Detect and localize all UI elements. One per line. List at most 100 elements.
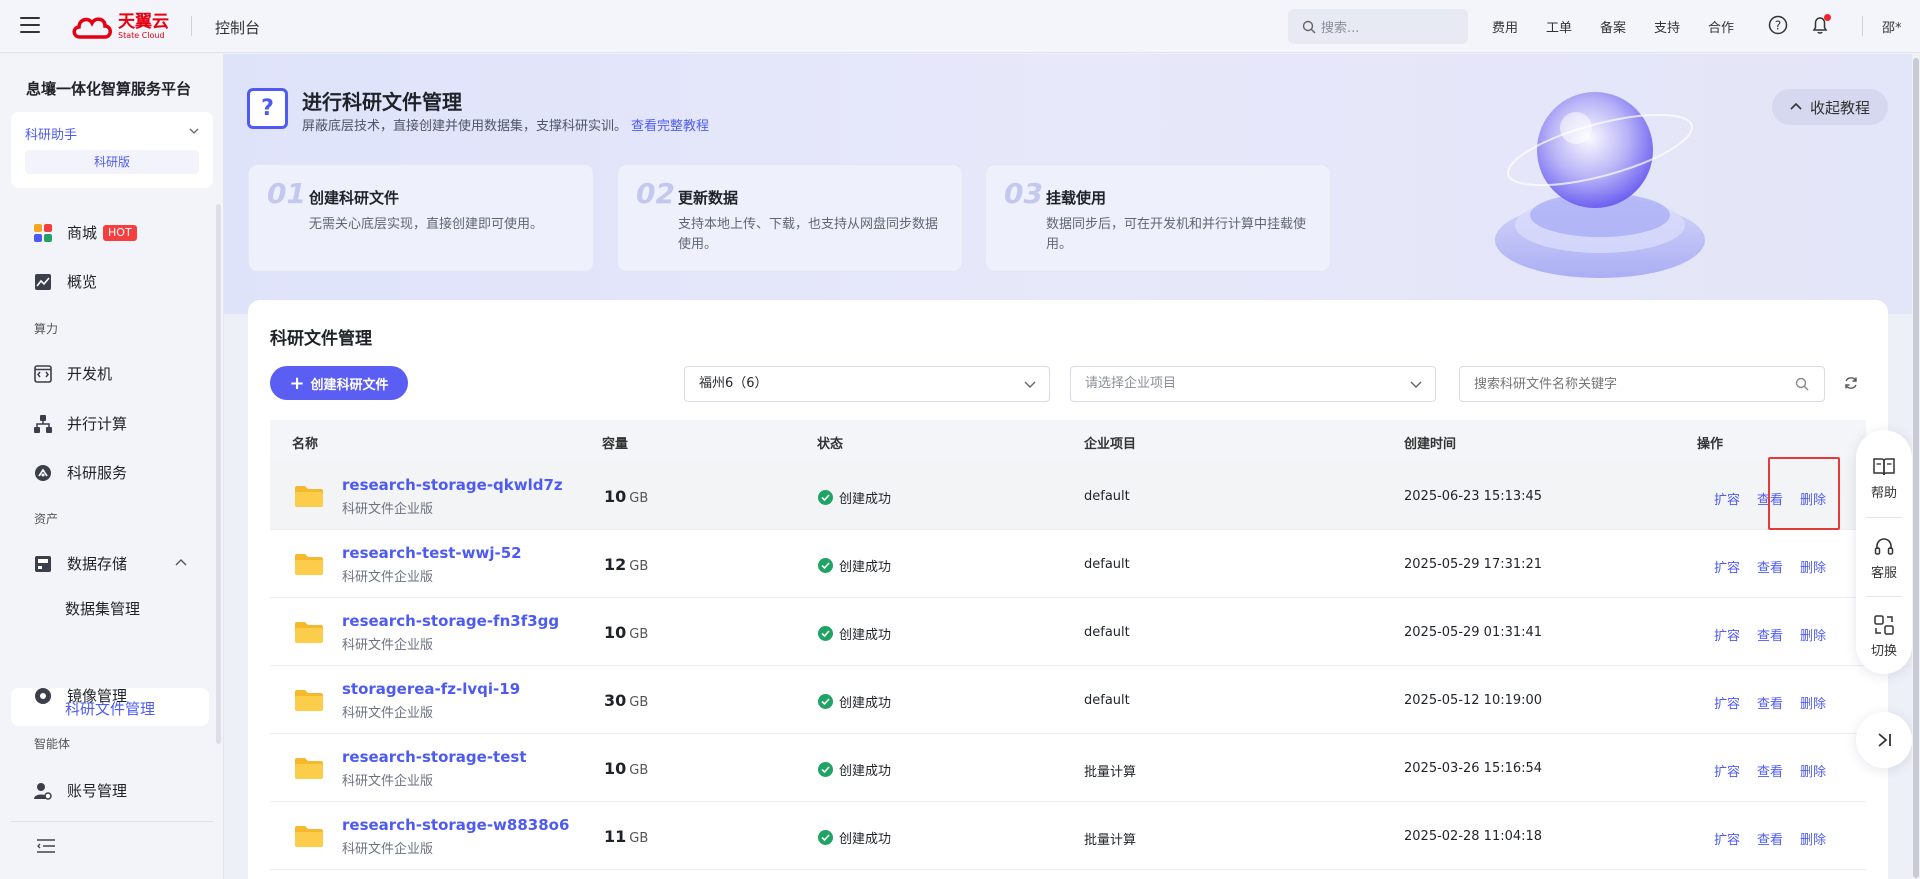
link-partner[interactable]: 合作 bbox=[1708, 17, 1734, 36]
step-number: 02 bbox=[636, 177, 675, 210]
sidebar-item-account-mgmt[interactable]: 账号管理 bbox=[33, 780, 127, 801]
capacity-unit: GB bbox=[629, 559, 649, 574]
help-button[interactable]: 帮助 bbox=[1856, 456, 1912, 501]
sidebar-item-dataset-mgmt[interactable]: 数据集管理 bbox=[65, 598, 140, 619]
tutorial-link[interactable]: 查看完整教程 bbox=[631, 119, 709, 134]
view-button[interactable]: 查看 bbox=[1757, 761, 1783, 780]
step-desc: 无需关心底层实现，直接创建即可使用。 bbox=[309, 217, 544, 232]
search-icon[interactable] bbox=[1795, 377, 1809, 391]
link-ticket[interactable]: 工单 bbox=[1546, 17, 1572, 36]
sidebar-item-label: 数据存储 bbox=[67, 555, 128, 573]
view-button[interactable]: 查看 bbox=[1757, 829, 1783, 848]
project-name: default bbox=[1084, 625, 1130, 640]
file-edition: 科研文件企业版 bbox=[342, 570, 434, 585]
page-description: 屏蔽底层技术，直接创建并使用数据集，支撑科研实训。 查看完整教程 bbox=[302, 115, 709, 134]
file-name-link[interactable]: research-test-wwj-52 bbox=[342, 544, 522, 562]
code-window-icon bbox=[33, 364, 53, 384]
user-name[interactable]: 邵* bbox=[1882, 17, 1902, 36]
view-button[interactable]: 查看 bbox=[1757, 557, 1783, 576]
sidebar-item-research-service[interactable]: 科研服务 bbox=[33, 462, 127, 483]
folder-icon bbox=[295, 622, 323, 643]
collapse-menu-icon[interactable] bbox=[37, 838, 55, 854]
created-time: 2025-03-26 15:16:54 bbox=[1404, 761, 1543, 776]
table-row: storagerea-fz-lvqi-19 科研文件企业版 30 GB 创建成功 defa… bbox=[270, 666, 1866, 734]
menu-icon[interactable] bbox=[20, 17, 40, 33]
refresh-icon[interactable] bbox=[1843, 375, 1859, 391]
table-row: research-storage-qkwld7z 科研文件企业版 10 GB 创建成功 d… bbox=[270, 462, 1866, 530]
link-billing[interactable]: 费用 bbox=[1492, 17, 1518, 36]
file-name-link[interactable]: research-storage-fn3f3gg bbox=[342, 612, 559, 630]
region-select[interactable]: 福州6（6） bbox=[684, 366, 1050, 402]
delete-button[interactable]: 删除 bbox=[1800, 693, 1826, 712]
chevron-up-icon[interactable] bbox=[175, 557, 187, 569]
file-edition: 科研文件企业版 bbox=[342, 638, 434, 653]
status-badge: 创建成功 bbox=[818, 624, 891, 643]
status-text: 创建成功 bbox=[839, 696, 892, 711]
expand-button[interactable]: 扩容 bbox=[1714, 557, 1740, 576]
disc-icon bbox=[33, 686, 53, 706]
switch-button[interactable]: 切换 bbox=[1856, 614, 1912, 659]
column-header-name: 名称 bbox=[292, 437, 319, 452]
delete-button[interactable]: 删除 bbox=[1800, 625, 1826, 644]
view-button[interactable]: 查看 bbox=[1757, 693, 1783, 712]
expand-button[interactable]: 扩容 bbox=[1714, 829, 1740, 848]
divider bbox=[11, 821, 213, 822]
sidebar-scrollbar[interactable] bbox=[216, 204, 221, 744]
column-header-created: 创建时间 bbox=[1404, 437, 1457, 452]
sidebar-item-data-storage[interactable]: 数据存储 bbox=[33, 553, 127, 574]
status-badge: 创建成功 bbox=[818, 828, 891, 847]
customer-service-button[interactable]: 客服 bbox=[1856, 536, 1912, 581]
expand-button[interactable]: 扩容 bbox=[1714, 625, 1740, 644]
delete-button[interactable]: 删除 bbox=[1800, 829, 1826, 848]
delete-highlight-box bbox=[1768, 457, 1840, 530]
folder-icon bbox=[295, 758, 323, 779]
step-desc: 支持本地上传、下载，也支持从网盘同步数据使用。 bbox=[678, 217, 939, 252]
file-name-link[interactable]: research-storage-qkwld7z bbox=[342, 476, 563, 494]
float-collapse-button[interactable] bbox=[1856, 712, 1912, 768]
link-support[interactable]: 支持 bbox=[1654, 17, 1680, 36]
file-name-link[interactable]: storagerea-fz-lvqi-19 bbox=[342, 680, 520, 698]
table-row: research-storage-test 科研文件企业版 10 GB 创建成功 批量计算… bbox=[270, 734, 1866, 802]
view-button[interactable]: 查看 bbox=[1757, 625, 1783, 644]
file-name-link[interactable]: research-storage-w8838o6 bbox=[342, 816, 569, 834]
sidebar-item-image-mgmt[interactable]: 镜像管理 bbox=[33, 685, 127, 706]
capacity-value: 10 bbox=[604, 759, 627, 778]
delete-button[interactable]: 删除 bbox=[1800, 761, 1826, 780]
status-badge: 创建成功 bbox=[818, 760, 891, 779]
check-circle-icon bbox=[818, 830, 833, 845]
service-label: 客服 bbox=[1870, 566, 1897, 581]
status-text: 创建成功 bbox=[839, 832, 892, 847]
help-circle-icon[interactable]: ? bbox=[1768, 15, 1788, 35]
project-select[interactable]: 请选择企业项目 bbox=[1070, 366, 1436, 402]
expand-button[interactable]: 扩容 bbox=[1714, 489, 1740, 508]
capacity: 11 GB bbox=[604, 827, 648, 846]
sidebar-item-label: 镜像管理 bbox=[67, 687, 128, 705]
create-research-file-button[interactable]: + 创建科研文件 bbox=[270, 366, 408, 400]
global-search-input[interactable]: 搜索... bbox=[1288, 9, 1468, 44]
switch-label: 切换 bbox=[1870, 644, 1897, 659]
sidebar-item-overview[interactable]: 概览 bbox=[33, 271, 97, 292]
collapse-tutorial-button[interactable]: 收起教程 bbox=[1772, 89, 1888, 125]
delete-button[interactable]: 删除 bbox=[1800, 557, 1826, 576]
file-search-input[interactable] bbox=[1459, 366, 1825, 402]
file-name-link[interactable]: research-storage-test bbox=[342, 748, 527, 766]
sidebar-item-label: 商城 bbox=[67, 224, 98, 242]
capacity-value: 10 bbox=[604, 623, 627, 642]
switch-icon bbox=[1874, 615, 1894, 635]
page-scrollbar[interactable] bbox=[1912, 54, 1920, 879]
sidebar-item-label: 科研服务 bbox=[67, 464, 128, 482]
sidebar-item-mall[interactable]: 商城 HOT bbox=[33, 222, 137, 243]
sidebar-item-parallel[interactable]: 并行计算 bbox=[33, 413, 127, 434]
assistant-selector[interactable]: 科研助手 科研版 bbox=[11, 112, 213, 188]
expand-button[interactable]: 扩容 bbox=[1714, 761, 1740, 780]
console-title[interactable]: 控制台 bbox=[215, 17, 260, 38]
nav-group-assets: 资产 bbox=[34, 512, 59, 526]
chevron-up-icon bbox=[1790, 102, 1802, 110]
sidebar-item-devbox[interactable]: 开发机 bbox=[33, 363, 112, 384]
logo[interactable]: 天翼云 State Cloud bbox=[70, 13, 169, 41]
expand-button[interactable]: 扩容 bbox=[1714, 693, 1740, 712]
link-filing[interactable]: 备案 bbox=[1600, 17, 1626, 36]
search-icon bbox=[1302, 20, 1316, 33]
section-title: 科研文件管理 bbox=[270, 329, 372, 349]
float-help-panel: 帮助 客服 切换 bbox=[1856, 430, 1912, 674]
